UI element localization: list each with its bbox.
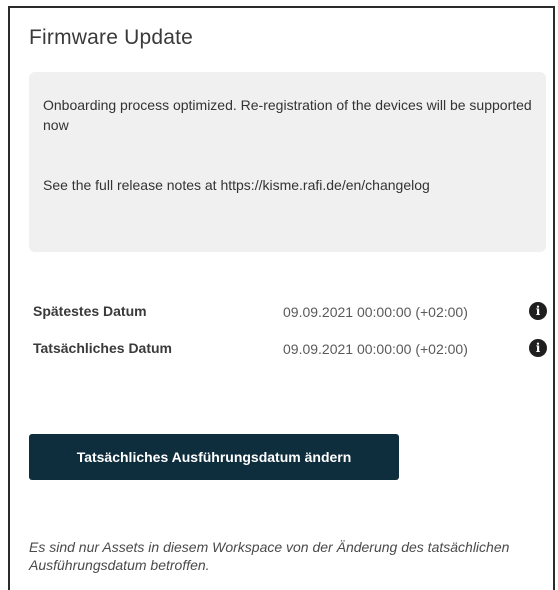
firmware-update-panel: Firmware Update Onboarding process optim… (8, 6, 555, 590)
change-execution-date-button[interactable]: Tatsächliches Ausführungsdatum ändern (29, 434, 399, 480)
workspace-scope-note: Es sind nur Assets in diesem Workspace v… (29, 539, 510, 573)
latest-date-label: Spätestes Datum (33, 303, 147, 319)
info-icon[interactable]: i (529, 339, 547, 357)
release-notes-text: Onboarding process optimized. Re-registr… (43, 97, 532, 133)
panel-title: Firmware Update (29, 26, 194, 49)
latest-date-row: Spätestes Datum 09.09.2021 00:00:00 (+02… (29, 300, 549, 324)
release-notes-link-text: See the full release notes at https://ki… (43, 177, 430, 193)
latest-date-value: 09.09.2021 00:00:00 (+02:00) (283, 304, 468, 320)
actual-date-value: 09.09.2021 00:00:00 (+02:00) (283, 341, 468, 357)
info-icon[interactable]: i (529, 302, 547, 320)
actual-date-row: Tatsächliches Datum 09.09.2021 00:00:00 … (29, 337, 549, 361)
actual-date-label: Tatsächliches Datum (33, 340, 173, 356)
release-notes-box: Onboarding process optimized. Re-registr… (29, 72, 546, 252)
